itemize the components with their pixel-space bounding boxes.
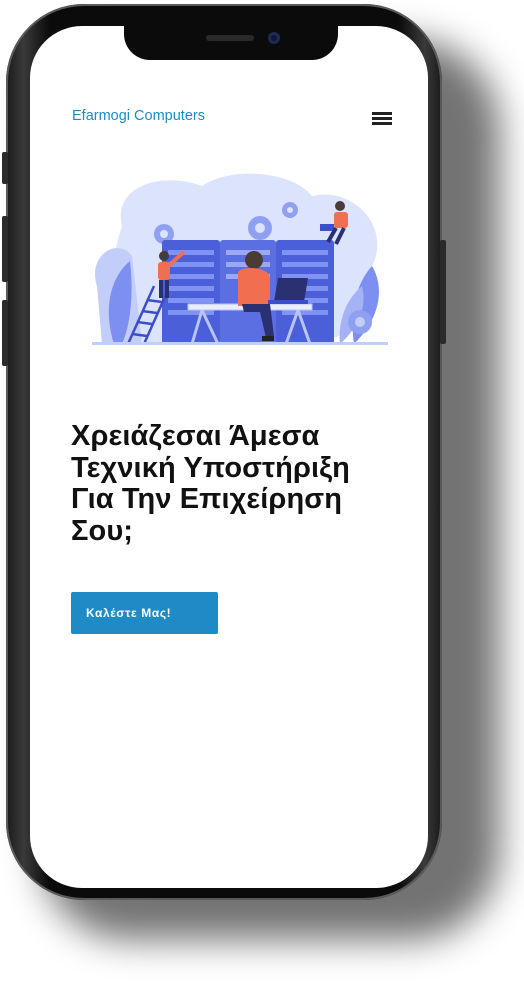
speaker-grille <box>206 35 254 41</box>
call-us-button[interactable]: Καλέστε Μας! <box>71 592 218 634</box>
power-button <box>440 240 446 344</box>
phone-screen: Efarmogi Computers Χρειάζεσαι Άμεσα Τεχν… <box>30 26 428 888</box>
volume-down-button <box>2 300 8 366</box>
mute-switch <box>2 152 8 184</box>
hamburger-menu-icon[interactable] <box>372 112 392 126</box>
site-logo-text[interactable]: Efarmogi Computers <box>72 108 205 124</box>
front-camera-icon <box>268 32 280 44</box>
tech-support-illustration <box>92 173 388 345</box>
phone-frame: Efarmogi Computers Χρειάζεσαι Άμεσα Τεχν… <box>2 4 446 900</box>
volume-up-button <box>2 216 8 282</box>
hero-headline: Χρειάζεσαι Άμεσα Τεχνική Υποστήριξη Για … <box>71 420 350 547</box>
notch <box>124 26 338 60</box>
